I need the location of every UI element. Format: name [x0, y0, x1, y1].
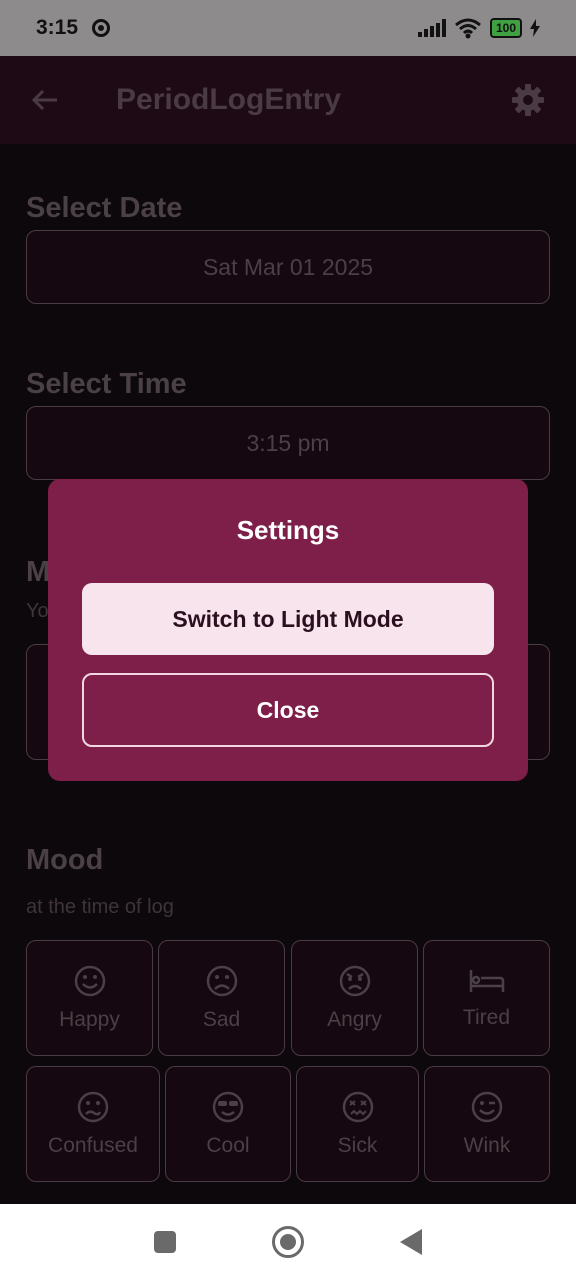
system-nav-bar — [0, 1204, 576, 1280]
recents-icon[interactable] — [154, 1231, 176, 1253]
home-icon[interactable] — [272, 1226, 304, 1258]
dialog-title: Settings — [236, 515, 340, 545]
back-triangle-icon[interactable] — [400, 1229, 422, 1255]
close-button[interactable]: Close — [82, 673, 494, 747]
switch-light-mode-button[interactable]: Switch to Light Mode — [82, 583, 494, 655]
settings-dialog: Settings Switch to Light Mode Close — [48, 479, 528, 781]
